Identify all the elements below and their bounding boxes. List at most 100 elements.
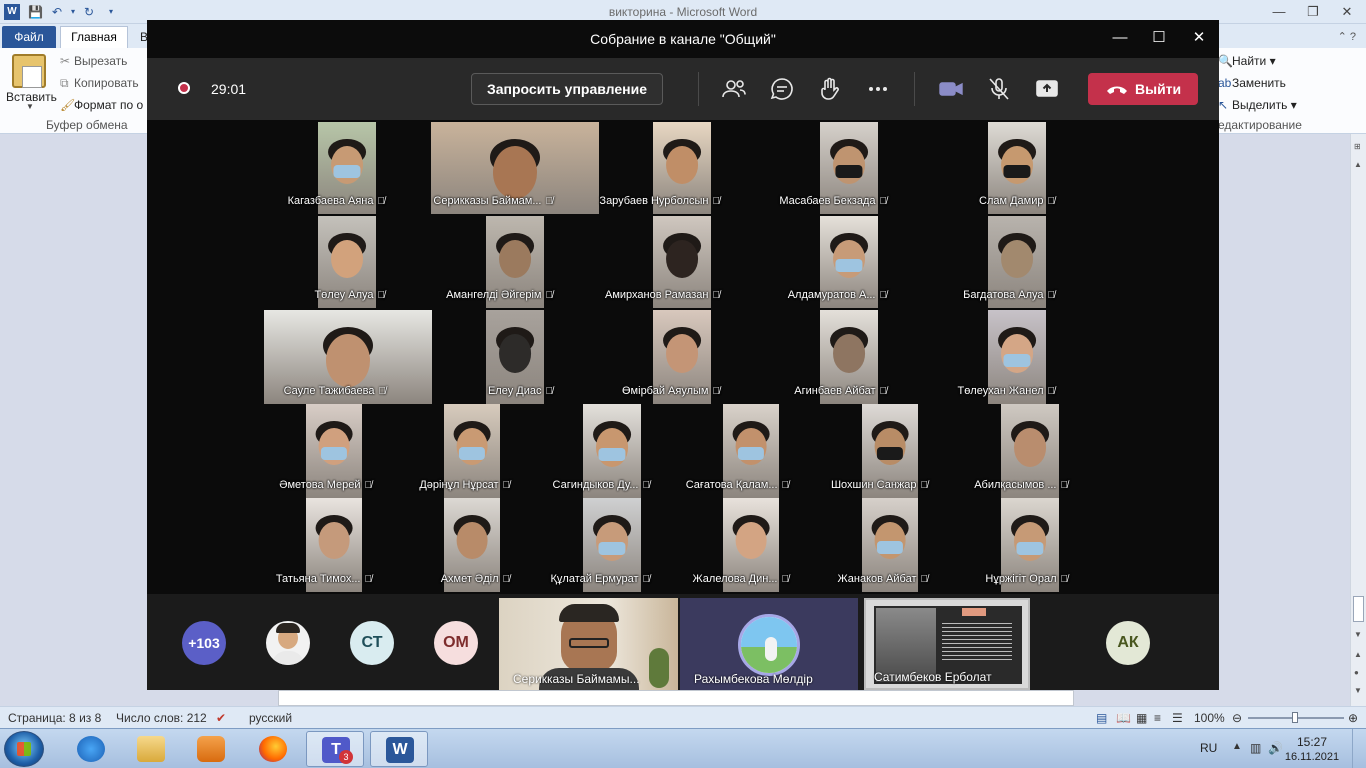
scroll-down-icon[interactable]: ▼ <box>1354 630 1362 639</box>
face-mask <box>598 541 626 555</box>
reading-mode-icon[interactable]: 📖 <box>1116 711 1131 725</box>
participant-tile-rakhymbekova[interactable]: Рахымбекова Мөлдір <box>680 598 858 690</box>
teams-minimize-icon[interactable]: — <box>1110 28 1130 48</box>
participant-name: Сауле Тажибаева <box>283 385 375 397</box>
web-layout-icon[interactable]: ▦ <box>1136 711 1147 725</box>
taskbar-teams[interactable]: T 3 <box>306 731 364 767</box>
cut-button[interactable]: ✂ Вырезать <box>60 54 127 68</box>
participant-name-label: Багдатова Алуа 🎙̸ <box>925 289 1055 301</box>
word-count[interactable]: Число слов: 212 <box>116 711 207 725</box>
language-indicator[interactable]: RU <box>1200 741 1217 755</box>
scroll-up-icon[interactable]: ▲ <box>1354 160 1362 169</box>
page-count[interactable]: Страница: 8 из 8 <box>8 711 101 725</box>
taskbar-media-player[interactable] <box>182 731 240 767</box>
volume-icon[interactable]: 🔊 <box>1268 741 1283 755</box>
next-page-icon[interactable]: ▼ <box>1354 686 1362 695</box>
participant-name-label: Амирханов Рамазан 🎙̸ <box>590 289 720 301</box>
participant-name: Өмірбай Аяулым <box>622 385 709 397</box>
participant-name: Елеу Диас <box>487 385 542 397</box>
participant-avatar-om[interactable]: ОМ <box>434 621 478 665</box>
vertical-scrollbar[interactable]: ⊞ ▲ ▼ ▲ ● ▼ <box>1350 134 1366 706</box>
more-options-icon[interactable] <box>864 75 892 103</box>
word-minimize-icon[interactable]: — <box>1266 4 1292 19</box>
participant-avatar[interactable] <box>266 621 310 665</box>
participant-face <box>493 145 537 199</box>
request-control-button[interactable]: Запросить управление <box>471 73 663 105</box>
prev-page-icon[interactable]: ▲ <box>1354 650 1362 659</box>
microphone-muted-icon[interactable] <box>985 75 1013 103</box>
zoom-in-icon[interactable]: ⊕ <box>1348 711 1358 725</box>
zoom-slider-handle[interactable] <box>1292 712 1298 723</box>
taskbar-firefox[interactable] <box>244 731 302 767</box>
select-button[interactable]: ↖ Выделить ▾ <box>1218 98 1297 112</box>
participant-avatar-ak[interactable]: АК <box>1106 621 1150 665</box>
chat-icon[interactable] <box>768 75 796 103</box>
taskbar-ie[interactable] <box>62 731 120 767</box>
ribbon-collapse-icons[interactable]: ⌃ ? <box>1338 30 1356 43</box>
participant-face <box>326 334 370 388</box>
participant-name: Татьяна Тимох... <box>275 573 361 585</box>
participant-name: Рахымбекова Мөлдір <box>694 672 813 686</box>
browse-object-icon[interactable]: ● <box>1354 668 1359 677</box>
zoom-level[interactable]: 100% <box>1194 711 1225 725</box>
participant-name: Серикказы Баймам... <box>433 195 542 207</box>
taskbar: T 3 W RU ▲ ▥ 🔊 15:27 16.11.2021 <box>0 728 1366 768</box>
camera-icon[interactable] <box>937 75 965 103</box>
participant-avatar-st[interactable]: СТ <box>350 621 394 665</box>
paste-icon[interactable] <box>12 54 46 88</box>
mic-muted-icon: 🎙̸ <box>377 196 386 207</box>
teams-close-icon[interactable]: ✕ <box>1189 28 1209 48</box>
cursor-icon: ↖ <box>1218 98 1229 112</box>
word-restore-icon[interactable]: ❐ <box>1300 4 1326 20</box>
start-button[interactable] <box>4 731 44 767</box>
participant-name-label: Елеу Диас 🎙̸ <box>423 385 553 397</box>
draft-icon[interactable]: ☰ <box>1172 711 1183 725</box>
face-mask <box>737 446 765 460</box>
replace-button[interactable]: abЗаменить <box>1218 76 1286 90</box>
scrollbar-thumb[interactable] <box>1353 596 1364 622</box>
find-button[interactable]: 🔍Найти ▾ <box>1218 54 1276 68</box>
zoom-out-icon[interactable]: ⊖ <box>1232 711 1242 725</box>
participant-video-serikkazy[interactable]: Серикказы Баймамы... <box>499 598 678 690</box>
clock-date[interactable]: 16.11.2021 <box>1282 751 1342 763</box>
document-page[interactable] <box>278 690 1074 706</box>
video-gallery: Кагазбаева Аяна 🎙̸ Серикказы Баймам... 🎙̸ За… <box>147 120 1219 594</box>
mic-muted-icon: 🎙̸ <box>642 574 651 585</box>
shared-content-tile[interactable]: Сатимбеков Ерболат <box>864 598 1030 690</box>
paste-dropdown-icon[interactable]: ▼ <box>26 102 34 111</box>
raise-hand-icon[interactable] <box>816 75 844 103</box>
mic-muted-icon: 🎙̸ <box>378 386 387 397</box>
ruler-toggle-icon[interactable]: ⊞ <box>1354 142 1361 151</box>
participants-icon[interactable] <box>720 75 748 103</box>
word-close-icon[interactable]: ✕ <box>1334 4 1360 20</box>
outline-icon[interactable]: ≡ <box>1154 711 1161 725</box>
proofing-icon[interactable]: ✔ <box>216 711 226 725</box>
participant-name-label: Шохшин Санжар 🎙̸ <box>798 479 928 491</box>
replace-label: Заменить <box>1232 76 1286 90</box>
more-participants-button[interactable]: +103 <box>182 621 226 665</box>
teams-meeting-window: Собрание в канале "Общий" — ☐ ✕ 29:01 За… <box>147 20 1219 690</box>
participant-name-label: Дәрінұл Нұрсат 🎙̸ <box>380 479 510 491</box>
show-hidden-icons[interactable]: ▲ <box>1232 741 1242 752</box>
participant-name: Жалелова Дин... <box>692 573 778 585</box>
clock-time[interactable]: 15:27 <box>1282 735 1342 749</box>
face-mask <box>876 446 904 460</box>
teams-maximize-icon[interactable]: ☐ <box>1149 28 1169 48</box>
show-desktop-button[interactable] <box>1352 729 1366 768</box>
taskbar-word[interactable]: W <box>370 731 428 767</box>
copy-button[interactable]: ⧉ Копировать <box>60 76 139 91</box>
network-icon[interactable]: ▥ <box>1250 741 1261 755</box>
participant-name: Төлеу Алуа <box>314 289 374 301</box>
tab-file[interactable]: Файл <box>2 26 56 48</box>
leave-meeting-button[interactable]: Выйти <box>1088 73 1198 105</box>
language-indicator[interactable]: русский <box>249 711 292 725</box>
print-layout-icon[interactable]: ▤ <box>1096 711 1107 725</box>
participant-name-label: Ахмет Әділ 🎙̸ <box>380 573 510 585</box>
folder-icon <box>137 736 165 762</box>
share-screen-icon[interactable] <box>1033 75 1061 103</box>
taskbar-explorer[interactable] <box>122 731 180 767</box>
participant-strip: +103 СТ ОМ Серикказы Баймамы... Рахымбек… <box>147 594 1219 690</box>
participant-face <box>318 522 350 560</box>
format-painter-button[interactable]: 🖌Формат по о <box>60 98 143 112</box>
tab-home[interactable]: Главная <box>60 26 128 48</box>
